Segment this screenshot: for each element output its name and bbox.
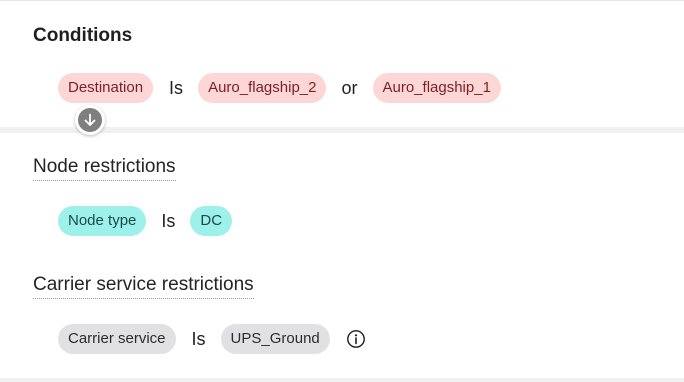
info-icon[interactable]: [346, 329, 366, 349]
carrier-value-pill[interactable]: UPS_Ground: [220, 324, 330, 354]
node-restrictions-title: Node restrictions: [33, 155, 176, 181]
conditions-title: Conditions: [33, 25, 133, 46]
move-down-button[interactable]: [75, 105, 105, 135]
node-value-pill[interactable]: DC: [190, 206, 233, 236]
destination-value-pill[interactable]: Auro_flagship_2: [198, 73, 327, 103]
carrier-restrictions-row: Carrier service Is UPS_Ground: [58, 324, 366, 354]
destination-value-pill[interactable]: Auro_flagship_1: [372, 73, 501, 103]
or-joiner: or: [341, 77, 358, 98]
destination-pill[interactable]: Destination: [58, 73, 154, 103]
carrier-service-pill[interactable]: Carrier service: [58, 324, 176, 354]
top-border: [0, 0, 684, 1]
carrier-restrictions-title: Carrier service restrictions: [33, 273, 254, 299]
node-type-pill[interactable]: Node type: [58, 206, 147, 236]
carrier-operator: Is: [191, 328, 206, 349]
conditions-row: Destination Is Auro_flagship_2 or Auro_f…: [58, 73, 501, 103]
node-operator: Is: [161, 210, 176, 231]
node-restrictions-row: Node type Is DC: [58, 206, 233, 236]
arrow-down-circle-icon: [78, 108, 102, 132]
bottom-divider: [0, 378, 684, 382]
conditions-operator: Is: [169, 77, 184, 98]
